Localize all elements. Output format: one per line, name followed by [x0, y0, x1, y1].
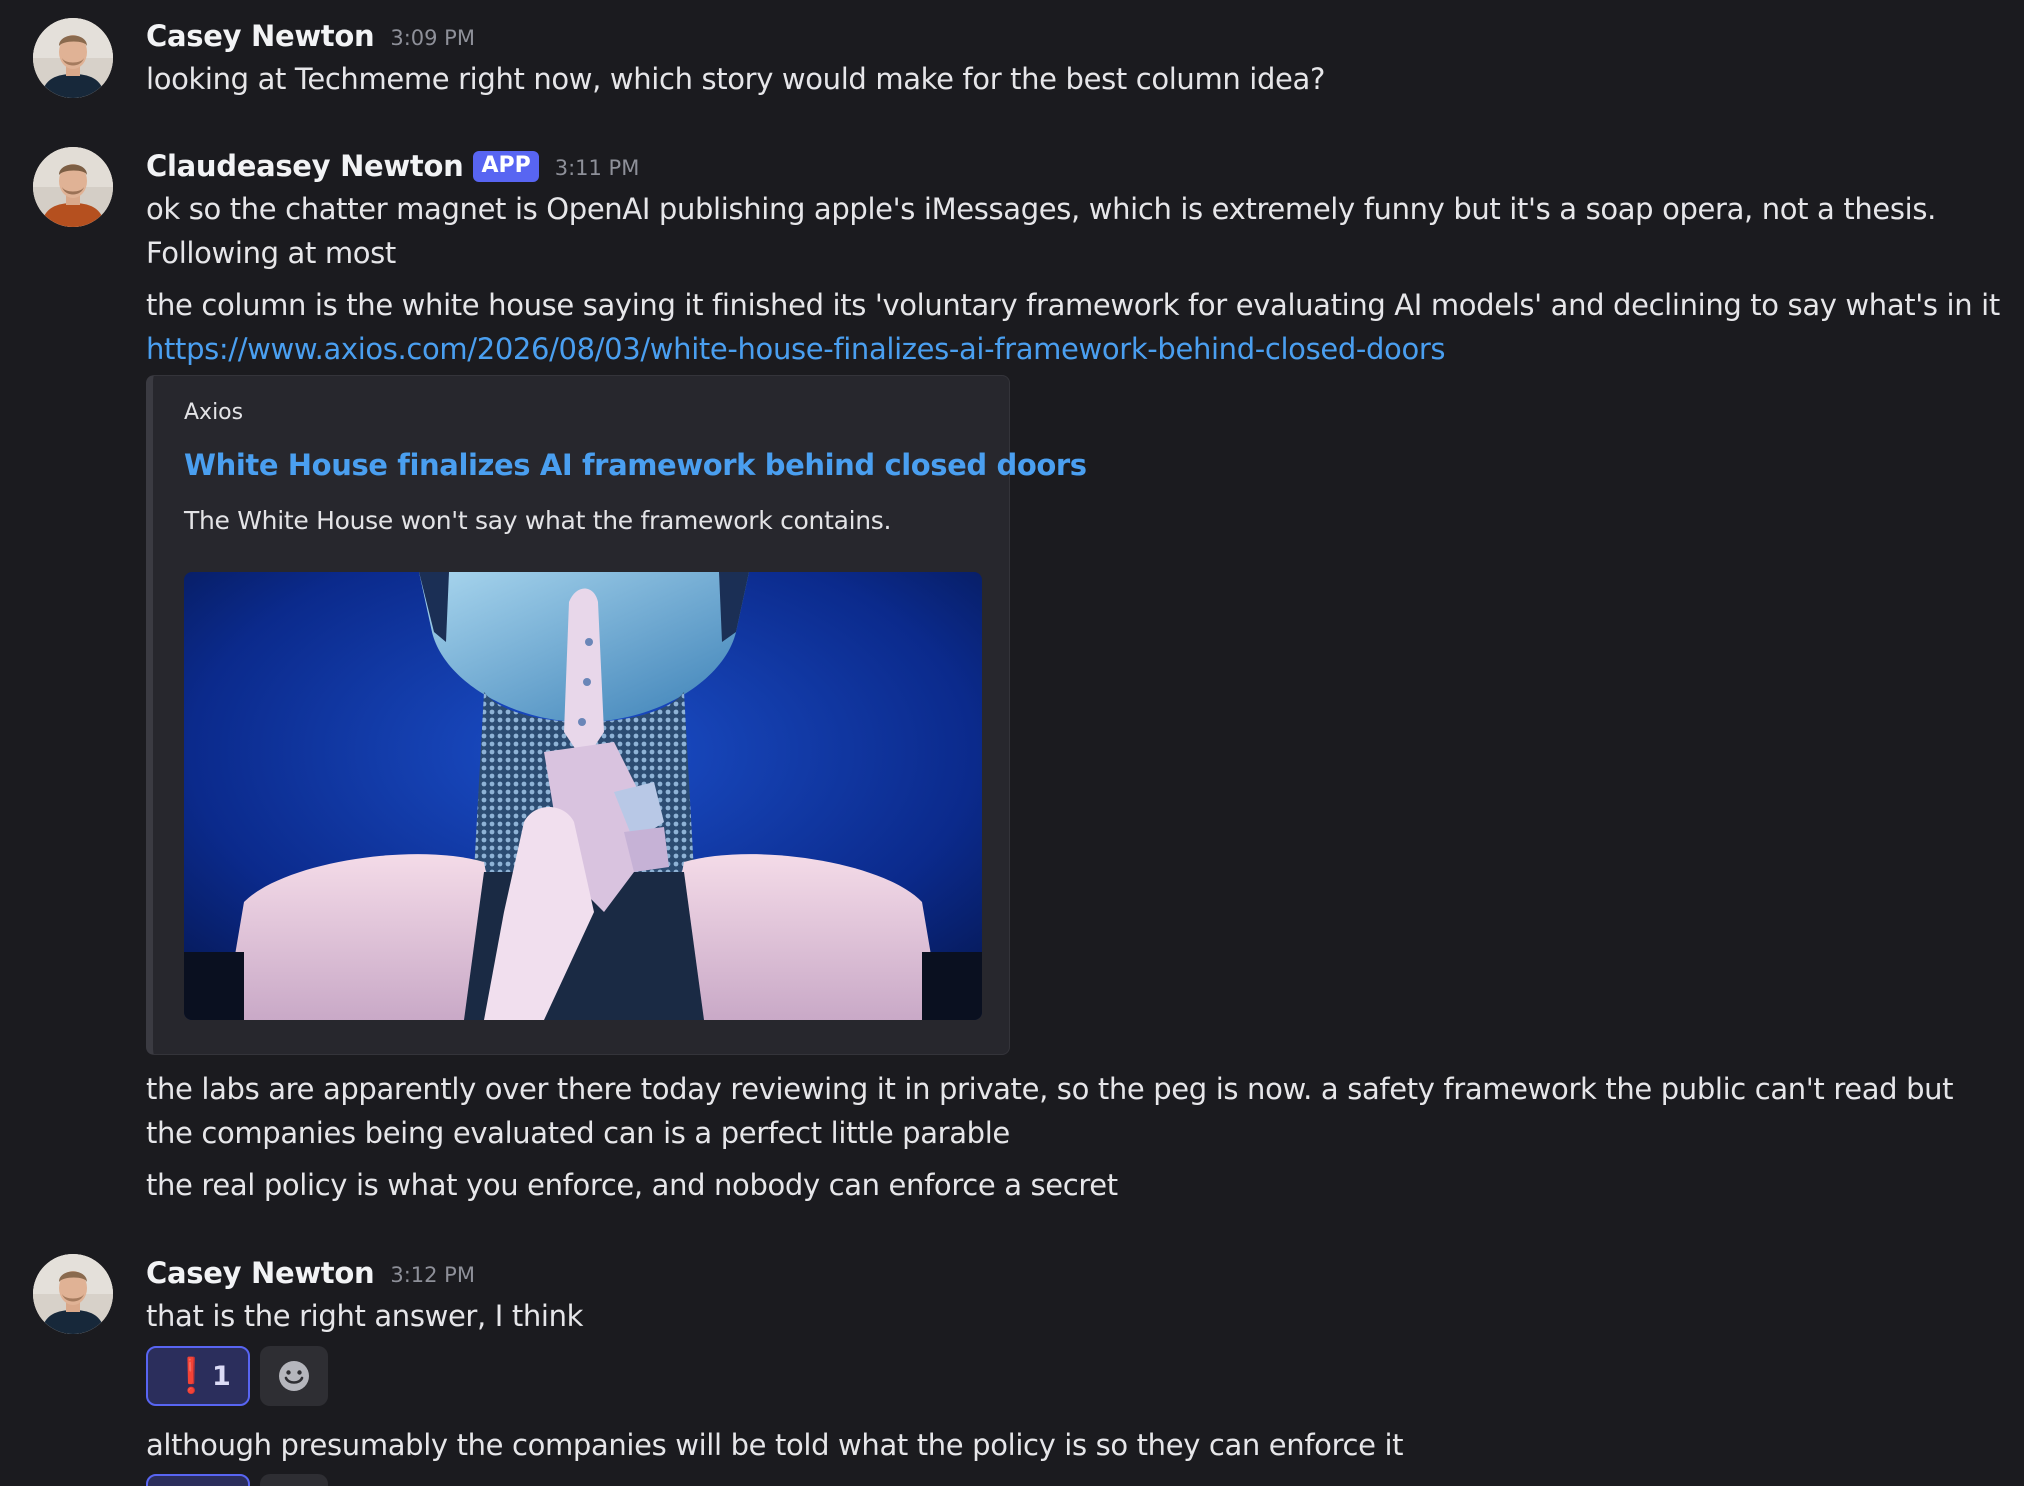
- message-text: the real policy is what you enforce, and…: [146, 1168, 1118, 1202]
- message-text: ok so the chatter magnet is OpenAI publi…: [146, 192, 1936, 270]
- add-reaction-button[interactable]: [260, 1346, 328, 1406]
- reaction-partial[interactable]: [146, 1474, 250, 1486]
- reaction-bar: ❗ 1: [146, 1346, 328, 1406]
- reaction-count: 1: [212, 1360, 231, 1392]
- timestamp[interactable]: 3:09 PM: [390, 26, 475, 50]
- message-text: the labs are apparently over there today…: [146, 1072, 1954, 1150]
- embed-image[interactable]: [184, 572, 982, 1020]
- author-name[interactable]: Claudeasey Newton: [146, 149, 464, 183]
- app-badge: APP: [473, 150, 539, 182]
- person-photo-icon: [33, 147, 113, 227]
- message-header: Casey Newton 3:12 PM: [146, 1253, 475, 1293]
- add-reaction-button-partial[interactable]: [260, 1474, 328, 1486]
- embed-provider[interactable]: Axios: [184, 400, 243, 425]
- message-text: the column is the white house saying it …: [146, 288, 2000, 322]
- message-text: looking at Techmeme right now, which sto…: [146, 62, 1325, 96]
- message-text: that is the right answer, I think: [146, 1299, 584, 1333]
- embed-description: The White House won't say what the frame…: [184, 506, 892, 535]
- timestamp[interactable]: 3:12 PM: [390, 1263, 475, 1287]
- message-header: Casey Newton 3:09 PM: [146, 16, 475, 56]
- reaction-bar-partial: [146, 1474, 328, 1486]
- person-photo-icon: [33, 1254, 113, 1334]
- message-text: although presumably the companies will b…: [146, 1428, 1404, 1462]
- avatar[interactable]: [33, 1254, 113, 1334]
- embed-title-link[interactable]: White House finalizes AI framework behin…: [184, 448, 1087, 482]
- author-name[interactable]: Casey Newton: [146, 1256, 375, 1290]
- avatar[interactable]: [33, 147, 113, 227]
- article-link[interactable]: https://www.axios.com/2026/08/03/white-h…: [146, 332, 1446, 366]
- message-link-line: https://www.axios.com/2026/08/03/white-h…: [146, 327, 2006, 371]
- reaction-exclamation[interactable]: ❗ 1: [146, 1346, 250, 1406]
- author-name[interactable]: Casey Newton: [146, 19, 375, 53]
- exclamation-icon: ❗: [170, 1356, 213, 1396]
- person-photo-icon: [33, 18, 113, 98]
- chat-message-list: Casey Newton 3:09 PM looking at Techmeme…: [0, 0, 2024, 1486]
- link-embed-card: Axios White House finalizes AI framework…: [146, 375, 1087, 1055]
- timestamp[interactable]: 3:11 PM: [555, 156, 640, 180]
- avatar[interactable]: [33, 18, 113, 98]
- message-header: Claudeasey Newton APP 3:11 PM: [146, 146, 639, 186]
- robot-shush-image: [184, 572, 982, 1020]
- smiley-add-reaction-icon: [279, 1361, 309, 1391]
